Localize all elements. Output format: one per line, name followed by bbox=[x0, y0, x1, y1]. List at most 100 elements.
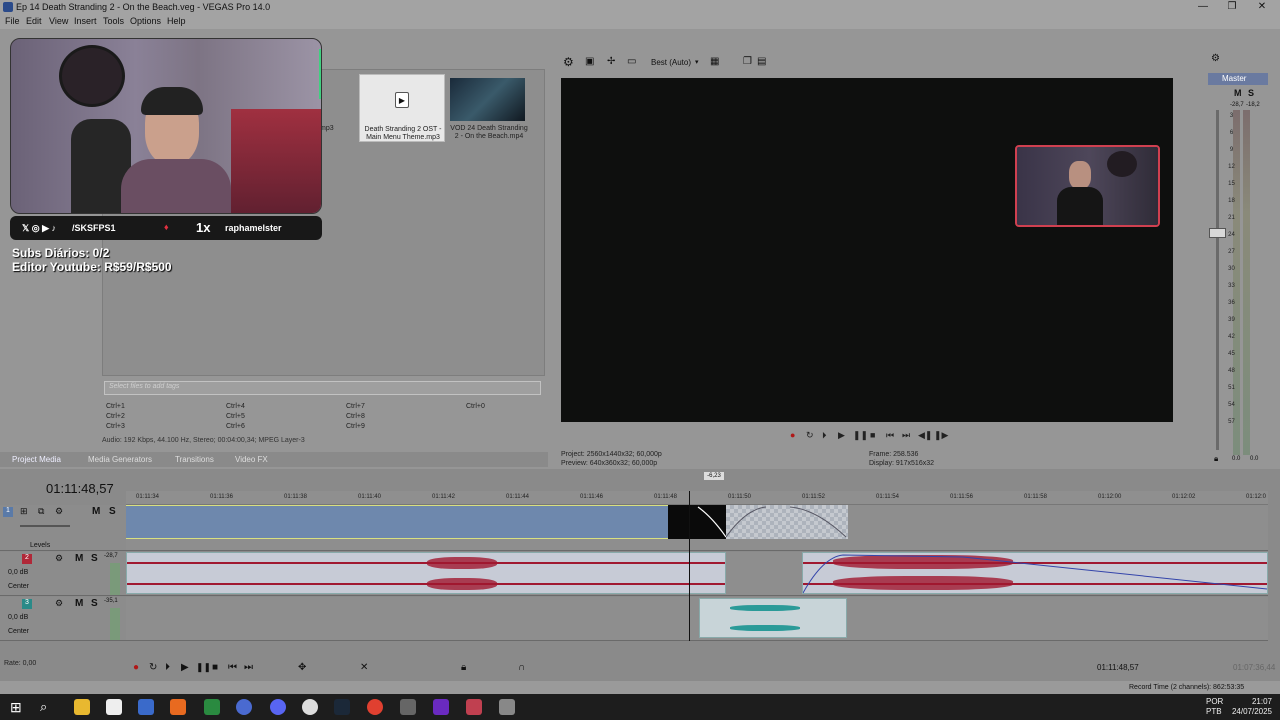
app-icon[interactable] bbox=[499, 699, 515, 715]
tab-video-fx[interactable]: Video FX bbox=[235, 455, 268, 464]
menu-view[interactable]: View bbox=[49, 16, 68, 26]
menu-help[interactable]: Help bbox=[167, 16, 186, 26]
close-button[interactable]: ✕ bbox=[1247, 0, 1277, 15]
track-fx-icon[interactable]: ⚙ bbox=[55, 553, 63, 564]
tag-shortcut[interactable]: Ctrl+6 bbox=[226, 423, 245, 430]
track-fx-icon[interactable]: ⚙ bbox=[55, 598, 63, 609]
menu-edit[interactable]: Edit bbox=[26, 16, 42, 26]
track-mute-button[interactable]: M bbox=[75, 598, 83, 609]
lock-event-icon[interactable]: 🔒︎ bbox=[461, 662, 466, 673]
go-to-start-icon[interactable]: ⏮ bbox=[228, 662, 237, 673]
video-track-header[interactable]: 1 ⊞ ⧉ ⚙ M S Levels bbox=[0, 505, 126, 551]
menu-insert[interactable]: Insert bbox=[74, 16, 97, 26]
app-icon[interactable] bbox=[106, 699, 122, 715]
track-solo-button[interactable]: S bbox=[91, 598, 98, 609]
edit-tool-icon[interactable]: ✥ bbox=[298, 662, 306, 673]
video-event-fade[interactable] bbox=[668, 505, 726, 539]
track-mute-button[interactable]: M bbox=[75, 553, 83, 564]
gear-icon[interactable]: ⚙ bbox=[563, 55, 574, 69]
tag-shortcut[interactable]: Ctrl+9 bbox=[346, 423, 365, 430]
track-fx-icon[interactable]: ⚙ bbox=[55, 506, 63, 517]
chrome-icon[interactable] bbox=[367, 699, 383, 715]
record-icon[interactable]: ● bbox=[790, 430, 795, 440]
track-mute-button[interactable]: M bbox=[92, 506, 100, 517]
video-preview[interactable] bbox=[561, 78, 1173, 422]
go-to-end-icon[interactable]: ⏭ bbox=[244, 662, 253, 673]
obs-icon[interactable] bbox=[302, 699, 318, 715]
audio-event-2[interactable] bbox=[802, 552, 1268, 594]
grid-icon[interactable]: ▦ bbox=[710, 56, 719, 67]
media-item-ost[interactable]: ▶ Death Stranding 2 OST - Main Menu Them… bbox=[359, 74, 445, 142]
loop-icon[interactable]: ↻ bbox=[149, 662, 157, 673]
previous-frame-icon[interactable]: ◀❚ bbox=[918, 430, 932, 441]
play-from-start-icon[interactable]: ⏵ bbox=[822, 430, 827, 441]
app-icon[interactable] bbox=[236, 699, 252, 715]
steam-icon[interactable] bbox=[334, 699, 350, 715]
play-icon[interactable]: ▶ bbox=[181, 662, 189, 673]
track-motion-icon[interactable]: ⊞ bbox=[20, 506, 28, 517]
tag-shortcut[interactable]: Ctrl+1 bbox=[106, 403, 125, 410]
app-icon[interactable] bbox=[466, 699, 482, 715]
tab-media-generators[interactable]: Media Generators bbox=[88, 455, 152, 464]
next-frame-icon[interactable]: ❚▶ bbox=[934, 430, 948, 441]
system-clock[interactable]: 21:07 24/07/2025 bbox=[1232, 697, 1272, 717]
excel-icon[interactable] bbox=[204, 699, 220, 715]
lock-icon[interactable]: 🔒︎ bbox=[1214, 454, 1218, 464]
quality-dropdown[interactable]: Best (Auto) bbox=[651, 58, 691, 67]
discord-icon[interactable] bbox=[270, 699, 286, 715]
snapping-icon[interactable]: ∩ bbox=[518, 662, 525, 673]
pause-icon[interactable]: ❚❚ bbox=[196, 662, 211, 673]
tag-shortcut[interactable]: Ctrl+3 bbox=[106, 423, 125, 430]
video-transition-event[interactable] bbox=[726, 505, 848, 539]
stop-icon[interactable]: ■ bbox=[212, 662, 218, 673]
audio-track-1-header[interactable]: 2 ⚙ M S -28,7 0,0 dB Center bbox=[0, 552, 126, 596]
split-screen-icon[interactable]: ▣ bbox=[585, 56, 594, 67]
delete-icon[interactable]: ✕ bbox=[360, 662, 368, 673]
master-solo-button[interactable]: S bbox=[1248, 88, 1254, 98]
level-slider[interactable] bbox=[20, 525, 70, 527]
track-solo-button[interactable]: S bbox=[109, 506, 116, 517]
playhead-cursor[interactable] bbox=[689, 491, 690, 641]
loop-icon[interactable]: ↻ bbox=[806, 430, 814, 441]
tag-search-input[interactable]: Select files to add tags bbox=[104, 381, 541, 395]
go-to-end-icon[interactable]: ⏭ bbox=[902, 430, 910, 441]
record-icon[interactable]: ● bbox=[133, 662, 139, 673]
audio-event-3[interactable] bbox=[699, 598, 847, 638]
master-mute-button[interactable]: M bbox=[1234, 88, 1242, 98]
app-icon[interactable] bbox=[433, 699, 449, 715]
file-explorer-icon[interactable] bbox=[74, 699, 90, 715]
video-event[interactable] bbox=[126, 505, 670, 539]
menu-options[interactable]: Options bbox=[130, 16, 161, 26]
pause-icon[interactable]: ❚❚ bbox=[853, 430, 868, 441]
audio-track-2-header[interactable]: 3 ⚙ M S -35,1 0,0 dB Center bbox=[0, 597, 126, 641]
menu-tools[interactable]: Tools bbox=[103, 16, 124, 26]
audio-track-2-lane[interactable] bbox=[126, 597, 1268, 641]
track-crop-icon[interactable]: ⧉ bbox=[38, 506, 44, 517]
tab-transitions[interactable]: Transitions bbox=[175, 455, 214, 464]
tag-shortcut[interactable]: Ctrl+0 bbox=[466, 403, 485, 410]
tag-shortcut[interactable]: Ctrl+5 bbox=[226, 413, 245, 420]
track-solo-button[interactable]: S bbox=[91, 553, 98, 564]
overlay-icon[interactable]: ✢ bbox=[607, 56, 615, 67]
save-snapshot-icon[interactable]: ▤ bbox=[757, 56, 766, 67]
search-icon[interactable]: ⌕ bbox=[40, 699, 47, 715]
maximize-button[interactable]: ❐ bbox=[1217, 0, 1247, 15]
media-item-vod[interactable]: VOD 24 Death Stranding 2 - On the Beach.… bbox=[446, 74, 532, 142]
copy-snapshot-icon[interactable]: ❐ bbox=[743, 56, 752, 67]
input-language[interactable]: POR PTB bbox=[1206, 697, 1223, 717]
windows-start-icon[interactable]: ⊞ bbox=[10, 699, 22, 716]
go-to-start-icon[interactable]: ⏮ bbox=[886, 430, 894, 441]
tag-shortcut[interactable]: Ctrl+7 bbox=[346, 403, 365, 410]
mixer-gear-icon[interactable]: ⚙ bbox=[1211, 53, 1220, 64]
tag-shortcut[interactable]: Ctrl+2 bbox=[106, 413, 125, 420]
vegas-taskbar-icon[interactable] bbox=[138, 699, 154, 715]
tab-project-media[interactable]: Project Media bbox=[12, 455, 61, 464]
minimize-button[interactable]: — bbox=[1188, 0, 1218, 15]
tag-shortcut[interactable]: Ctrl+8 bbox=[346, 413, 365, 420]
stop-icon[interactable]: ■ bbox=[870, 430, 875, 440]
audio-event-1[interactable] bbox=[126, 552, 726, 594]
vlc-icon[interactable] bbox=[170, 699, 186, 715]
chevron-down-icon[interactable]: ▾ bbox=[695, 58, 699, 66]
menu-file[interactable]: File bbox=[5, 16, 20, 26]
play-from-start-icon[interactable]: ⏵ bbox=[165, 662, 170, 673]
